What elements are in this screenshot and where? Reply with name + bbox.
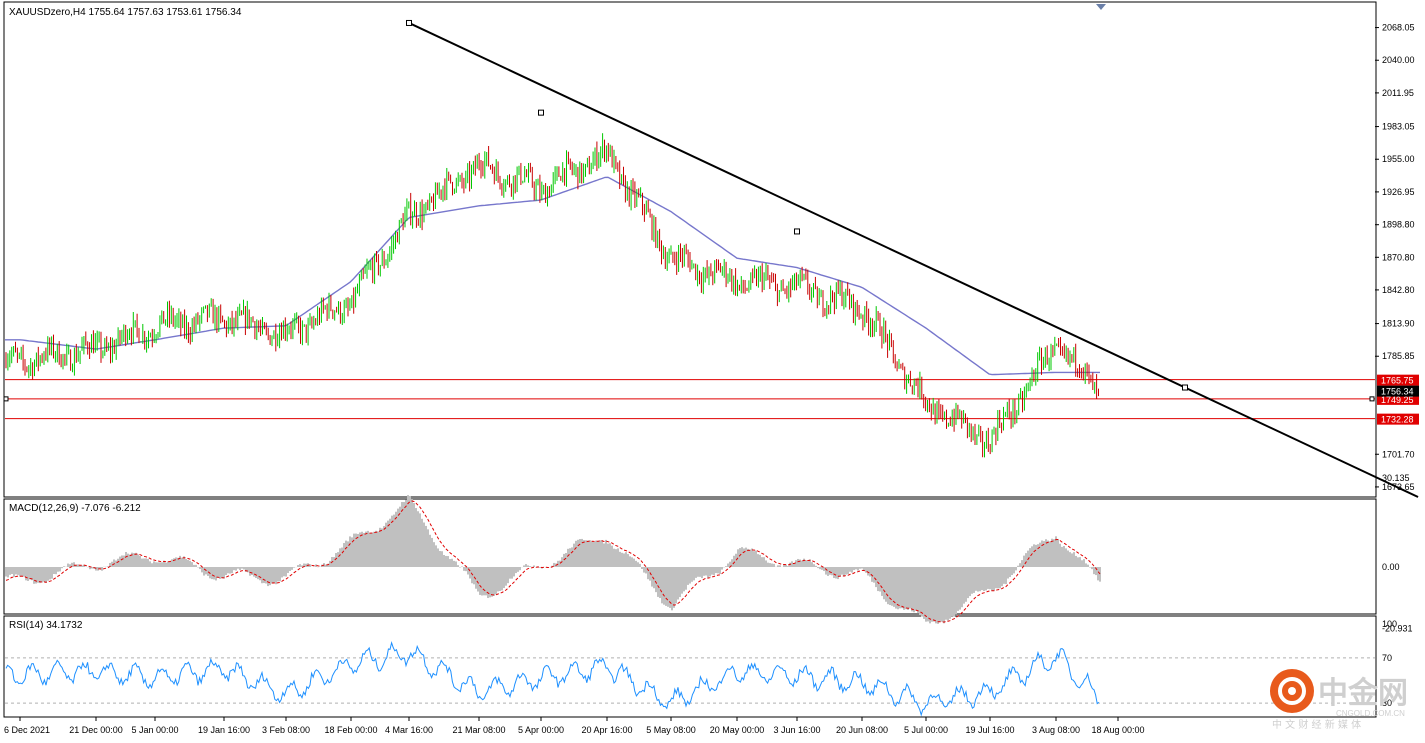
time-tick-label: 3 Aug 08:00 (1032, 725, 1080, 735)
macd-tick-label: 30.135 (1382, 473, 1410, 483)
trendline-handle-0[interactable] (406, 19, 412, 26)
price-tick-label: 1898.80 (1382, 220, 1415, 230)
time-tick-label: 3 Feb 08:00 (262, 725, 310, 735)
price-tick-label: 1870.80 (1382, 252, 1415, 262)
price-tick-label: 2011.95 (1382, 88, 1414, 98)
time-tick-label: 5 Jan 00:00 (131, 725, 178, 735)
rsi-tick-label: 70 (1382, 653, 1392, 663)
price-tick-label: 1785.85 (1382, 351, 1415, 361)
watermark-domain: CNGOLD.COM.CN (1336, 709, 1405, 718)
price-tick-label: 1813.90 (1382, 319, 1415, 329)
time-tick-label: 4 Mar 16:00 (385, 725, 433, 735)
time-tick-label: 18 Feb 00:00 (324, 725, 377, 735)
price-tick-label: 2068.05 (1382, 23, 1415, 33)
rsi-tick-label: 100 (1382, 619, 1397, 629)
level-handle-right[interactable] (1369, 396, 1375, 402)
symbol-info: XAUUSDzero,H4 1755.64 1757.63 1753.61 17… (9, 7, 242, 18)
price-tick-label: 1701.70 (1382, 449, 1415, 459)
price-tick-label: 1842.80 (1382, 285, 1415, 295)
macd-tick-label: 0.00 (1382, 562, 1400, 572)
time-tick-label: 21 Mar 08:00 (452, 725, 505, 735)
time-tick-label: 5 Apr 00:00 (518, 725, 564, 735)
chart-background (0, 0, 1425, 743)
time-tick-label: 6 Dec 2021 (4, 725, 50, 735)
watermark-title: 中金网 (1318, 676, 1408, 711)
time-tick-label: 20 May 00:00 (710, 725, 765, 735)
level-label-0: 1765.75 (1381, 376, 1414, 386)
price-tick-label: 1983.05 (1382, 122, 1415, 132)
rsi-label: RSI(14) 34.1732 (9, 620, 83, 631)
trendline-handle-3[interactable] (1182, 384, 1188, 391)
time-tick-label: 5 May 08:00 (646, 725, 696, 735)
price-tick-label: 1955.00 (1382, 154, 1415, 164)
time-tick-label: 21 Dec 00:00 (69, 725, 123, 735)
watermark-subtitle: 中 文 财 经 新 媒 体 (1272, 718, 1361, 731)
level-labels: 1765.751749.251732.281756.34 (1377, 374, 1419, 425)
price-tick-label: 2040.00 (1382, 55, 1415, 65)
time-tick-label: 19 Jan 16:00 (198, 725, 250, 735)
time-tick-label: 18 Aug 00:00 (1091, 725, 1144, 735)
time-tick-label: 20 Jun 08:00 (836, 725, 888, 735)
time-tick-label: 19 Jul 16:00 (965, 725, 1014, 735)
trendline-handle-2[interactable] (794, 228, 800, 235)
trendline-handle-1[interactable] (538, 109, 544, 116)
trading-chart[interactable]: XAUUSDzero,H4 1755.64 1757.63 1753.61 17… (0, 0, 1425, 743)
time-tick-label: 5 Jul 00:00 (904, 725, 948, 735)
level-handle-left[interactable] (3, 396, 9, 402)
watermark-logo-dot (1288, 687, 1296, 695)
time-tick-label: 20 Apr 16:00 (581, 725, 632, 735)
current-price-label: 1756.34 (1381, 387, 1414, 397)
time-tick-label: 3 Jun 16:00 (773, 725, 820, 735)
level-label-2: 1732.28 (1381, 415, 1414, 425)
macd-label: MACD(12,26,9) -7.076 -6.212 (9, 503, 141, 514)
price-tick-label: 1673.65 (1382, 482, 1415, 492)
price-tick-label: 1926.95 (1382, 187, 1415, 197)
